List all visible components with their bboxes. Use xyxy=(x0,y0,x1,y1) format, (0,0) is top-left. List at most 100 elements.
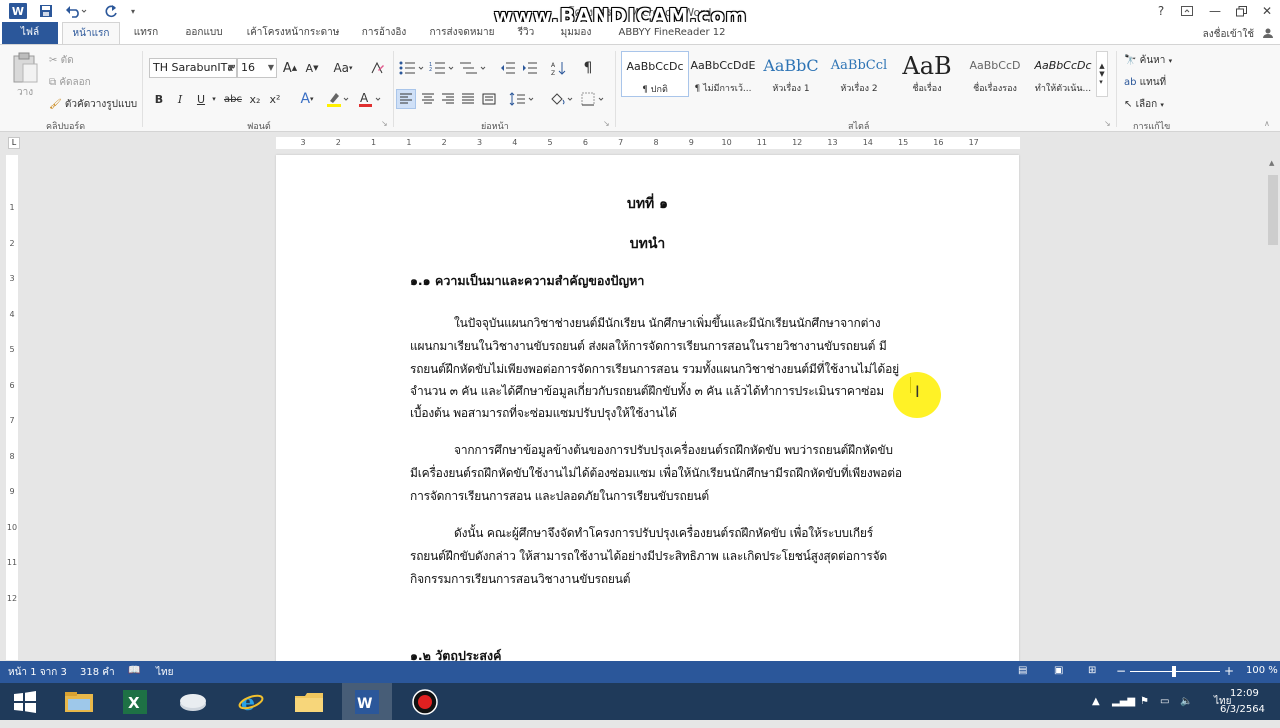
style-heading-2[interactable]: AaBbCcl หัวเรื่อง 2 xyxy=(825,51,893,97)
word-icon[interactable]: W xyxy=(342,683,392,720)
horizontal-ruler[interactable]: 3 2 1 1 2 3 4 5 6 7 8 9 10 11 12 13 14 15 16 17 xyxy=(276,137,1020,149)
show-formatting-icon[interactable]: ¶ xyxy=(578,58,598,78)
minimize-icon[interactable]: — xyxy=(1202,0,1228,22)
increase-indent-icon[interactable] xyxy=(520,58,540,78)
style-title[interactable]: AaB ชื่อเรื่อง xyxy=(893,51,961,97)
shading-icon[interactable] xyxy=(548,89,576,109)
redo-icon[interactable] xyxy=(100,2,122,20)
styles-dialog-launcher-icon[interactable]: ↘ xyxy=(1104,119,1111,128)
collapse-ribbon-icon[interactable]: ∧ xyxy=(1264,119,1270,128)
subscript-button[interactable]: x₂ xyxy=(246,89,264,109)
tab-mailings[interactable]: การส่งจดหมาย xyxy=(424,22,500,44)
web-layout-icon[interactable]: ⊞ xyxy=(1088,665,1096,676)
flag-icon[interactable]: ⚑ xyxy=(1140,683,1149,720)
save-icon[interactable] xyxy=(36,2,56,20)
word-app-icon[interactable]: W xyxy=(8,2,28,20)
paste-icon[interactable] xyxy=(10,51,40,85)
help-button[interactable]: ? xyxy=(1148,0,1174,22)
signal-icon[interactable]: ▂▄▆ xyxy=(1112,683,1135,720)
sort-icon[interactable]: AZ xyxy=(549,58,569,78)
font-color-icon[interactable]: A xyxy=(356,89,384,109)
page-count[interactable]: หน้า 1 จาก 3 xyxy=(8,665,67,680)
align-left-icon[interactable] xyxy=(396,89,416,109)
zoom-slider-thumb[interactable] xyxy=(1172,666,1176,677)
format-painter-button[interactable]: 🖌 ตัวคัดวางรูปแบบ xyxy=(49,97,137,112)
font-dialog-launcher-icon[interactable]: ↘ xyxy=(381,119,388,128)
multilevel-list-icon[interactable] xyxy=(458,58,488,78)
paragraph-dialog-launcher-icon[interactable]: ↘ xyxy=(603,119,610,128)
bold-button[interactable]: B xyxy=(150,89,168,109)
start-icon[interactable] xyxy=(0,683,50,720)
shrink-font-icon[interactable]: A ▼ xyxy=(303,58,321,78)
find-button[interactable]: 🔭 ค้นหา ▾ xyxy=(1124,53,1172,68)
read-mode-icon[interactable]: ▤ xyxy=(1018,665,1027,676)
tab-references[interactable]: การอ้างอิง xyxy=(356,22,412,44)
word-count[interactable]: 318 คำ xyxy=(80,665,115,680)
numbering-icon[interactable]: 12 xyxy=(428,58,456,78)
paste-button[interactable]: วาง xyxy=(17,85,33,100)
clear-formatting-icon[interactable] xyxy=(368,58,386,78)
excel-icon[interactable]: X xyxy=(110,683,160,720)
copy-button[interactable]: ⧉ คัดลอก xyxy=(49,75,91,90)
tab-home[interactable]: หน้าแรก xyxy=(62,22,120,44)
scroll-up-icon[interactable]: ▲ xyxy=(1269,159,1274,167)
decrease-indent-icon[interactable] xyxy=(498,58,518,78)
style-subtitle[interactable]: AaBbCcD ชื่อเรื่องรอง xyxy=(961,51,1029,97)
customize-icon[interactable]: ▾ xyxy=(126,2,140,20)
select-button[interactable]: ↖ เลือก ▾ xyxy=(1124,97,1164,112)
style-heading-1[interactable]: AaBbC หัวเรื่อง 1 xyxy=(757,51,825,97)
network-tray-icon[interactable]: ▭ xyxy=(1160,683,1169,720)
tab-selector-icon[interactable]: L xyxy=(8,137,20,149)
print-layout-icon[interactable]: ▣ xyxy=(1054,665,1063,676)
vertical-scrollbar[interactable]: ▲ xyxy=(1266,155,1280,660)
line-spacing-icon[interactable] xyxy=(508,89,536,109)
superscript-button[interactable]: x² xyxy=(266,89,284,109)
distributed-icon[interactable] xyxy=(479,89,499,109)
grow-font-icon[interactable]: A ▲ xyxy=(281,58,299,78)
font-size-combo[interactable]: 16 ▼ xyxy=(237,58,277,78)
tab-layout[interactable]: เค้าโครงหน้ากระดาษ xyxy=(244,22,342,44)
internet-explorer-icon[interactable]: e xyxy=(226,683,276,720)
style-no-spacing[interactable]: AaBbCcDdE ¶ ไม่มีการเว้... xyxy=(689,51,757,97)
text-effects-icon[interactable]: A ▾ xyxy=(294,89,320,109)
style-normal[interactable]: AaBbCcDc ¶ ปกติ xyxy=(621,51,689,97)
tab-abbyy[interactable]: ABBYY FineReader 12 xyxy=(612,22,732,44)
style-emphasis[interactable]: AaBbCcDc ทำให้ตัวเน้น... xyxy=(1029,51,1097,97)
folder-icon[interactable] xyxy=(284,683,334,720)
cut-button[interactable]: ✂ ตัด xyxy=(49,53,74,68)
italic-button[interactable]: I xyxy=(171,89,189,109)
volume-icon[interactable]: 🔈 xyxy=(1180,683,1192,720)
file-explorer-icon[interactable] xyxy=(54,683,104,720)
record-icon[interactable] xyxy=(400,683,450,720)
scrollbar-thumb[interactable] xyxy=(1268,175,1278,245)
tab-view[interactable]: มุมมอง xyxy=(554,22,598,44)
clock-date[interactable]: 6/3/2564 xyxy=(1220,691,1265,728)
styles-scroll-icon[interactable]: ▲ ▼ ▾ xyxy=(1096,51,1108,97)
tab-insert[interactable]: แทรก xyxy=(126,22,166,44)
tab-file[interactable]: ไฟล์ xyxy=(2,22,58,44)
font-name-combo[interactable]: TH SarabunIT๙ ▼ xyxy=(149,58,237,78)
restore-icon[interactable] xyxy=(1228,0,1254,22)
user-icon[interactable] xyxy=(1262,28,1274,38)
align-center-icon[interactable] xyxy=(418,89,438,109)
change-case-button[interactable]: Aa ▾ xyxy=(329,58,357,78)
justify-icon[interactable] xyxy=(458,89,478,109)
highlight-icon[interactable] xyxy=(324,89,352,109)
zoom-out-button[interactable]: − xyxy=(1116,664,1126,678)
sign-in-link[interactable]: ลงชื่อเข้าใช้ xyxy=(1203,27,1254,42)
borders-icon[interactable] xyxy=(580,89,608,109)
vertical-ruler[interactable]: 1 2 3 4 5 6 7 8 9 10 11 12 xyxy=(6,155,18,660)
chevron-down-icon[interactable]: ▾ xyxy=(210,89,218,109)
bullets-icon[interactable] xyxy=(398,58,426,78)
strikethrough-button[interactable]: abc xyxy=(222,89,244,109)
undo-icon[interactable] xyxy=(62,2,90,20)
language-indicator[interactable]: ไทย xyxy=(156,665,173,680)
network-icon[interactable] xyxy=(168,683,218,720)
tab-review[interactable]: รีวิว xyxy=(510,22,542,44)
close-icon[interactable]: ✕ xyxy=(1254,0,1280,22)
underline-button[interactable]: U xyxy=(192,89,210,109)
tab-design[interactable]: ออกแบบ xyxy=(180,22,228,44)
ribbon-display-icon[interactable] xyxy=(1174,0,1200,22)
align-right-icon[interactable] xyxy=(438,89,458,109)
tray-overflow-icon[interactable]: ▲ xyxy=(1092,683,1100,720)
